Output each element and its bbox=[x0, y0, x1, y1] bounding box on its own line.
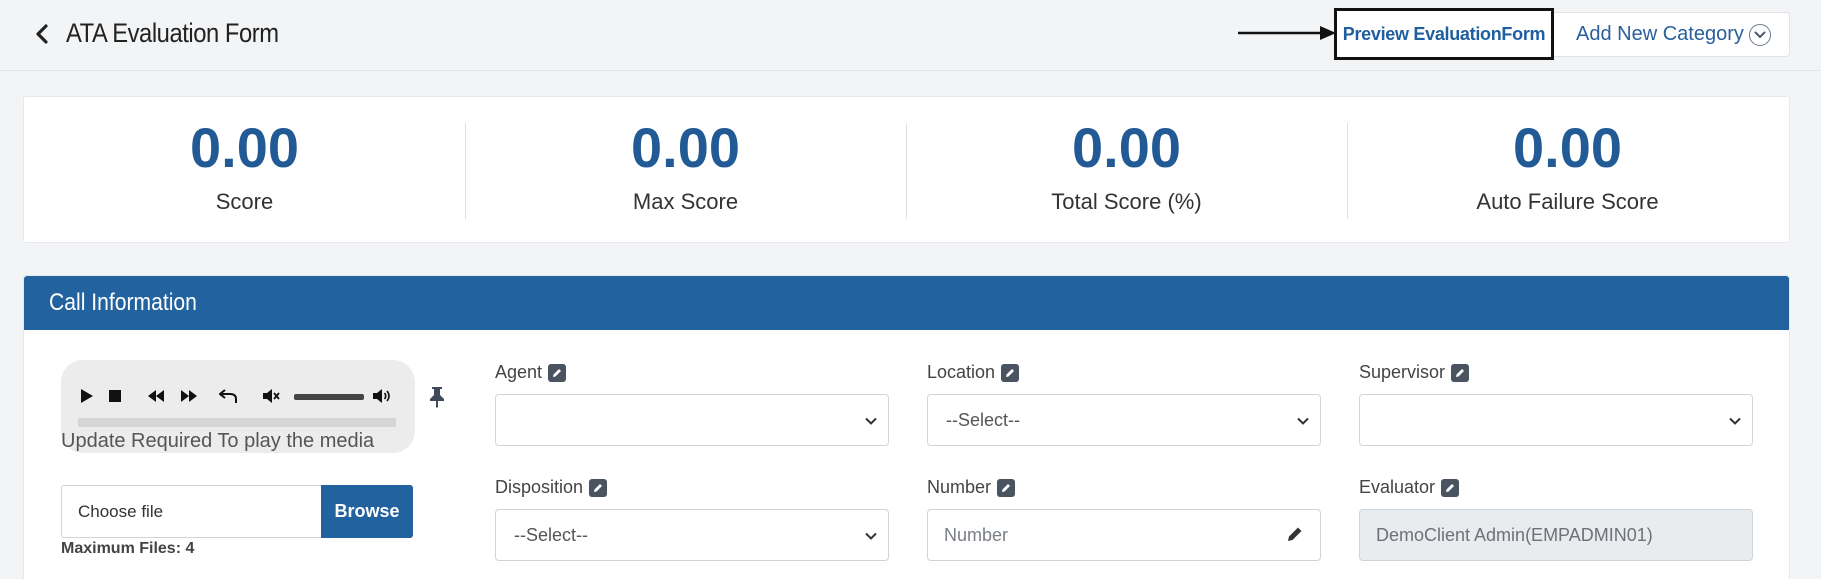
page-title: ATA Evaluation Form bbox=[66, 18, 279, 48]
volume-slider[interactable] bbox=[294, 394, 364, 400]
pin-icon[interactable] bbox=[428, 386, 446, 408]
call-information-title: Call Information bbox=[49, 289, 197, 316]
edit-icon[interactable] bbox=[548, 363, 567, 382]
edit-icon[interactable] bbox=[589, 478, 608, 497]
stop-icon[interactable] bbox=[105, 386, 125, 406]
stat-score: 0.00 Score bbox=[24, 97, 465, 244]
chevron-down-icon bbox=[1297, 417, 1309, 425]
disposition-select-value: --Select-- bbox=[514, 525, 589, 545]
volume-max-icon[interactable] bbox=[372, 386, 392, 406]
stat-value: 0.00 bbox=[631, 116, 740, 179]
disposition-label-text: Disposition bbox=[495, 477, 584, 497]
browse-button[interactable]: Browse bbox=[321, 485, 413, 538]
agent-label: Agent bbox=[495, 362, 567, 383]
edit-icon[interactable] bbox=[997, 478, 1016, 497]
add-new-category-label: Add New Category bbox=[1576, 23, 1744, 45]
chevron-down-icon bbox=[1749, 24, 1771, 46]
location-label: Location bbox=[927, 362, 1020, 383]
stat-label: Max Score bbox=[632, 189, 739, 214]
evaluator-field: DemoClient Admin(EMPADMIN01) bbox=[1359, 509, 1753, 561]
max-files-note: Maximum Files: 4 bbox=[61, 540, 195, 557]
stat-label: Total Score (%) bbox=[1051, 189, 1202, 214]
stat-value: 0.00 bbox=[1072, 116, 1181, 179]
media-update-message: Update Required To play the media bbox=[61, 430, 375, 452]
number-label: Number bbox=[927, 477, 1016, 498]
chevron-down-icon bbox=[1729, 417, 1741, 425]
mute-icon[interactable] bbox=[261, 386, 281, 406]
arrow-annotation-icon bbox=[1238, 26, 1336, 40]
file-input-placeholder: Choose file bbox=[78, 502, 164, 521]
back-icon[interactable] bbox=[32, 22, 52, 46]
number-input[interactable]: Number bbox=[927, 509, 1321, 561]
supervisor-label: Supervisor bbox=[1359, 362, 1470, 383]
edit-icon[interactable] bbox=[1451, 363, 1470, 382]
number-input-placeholder: Number bbox=[944, 525, 1009, 545]
replay-icon[interactable] bbox=[218, 386, 238, 406]
supervisor-select[interactable] bbox=[1359, 394, 1753, 446]
location-select-value: --Select-- bbox=[946, 410, 1021, 430]
edit-icon[interactable] bbox=[1441, 478, 1460, 497]
stat-auto-failure-score: 0.00 Auto Failure Score bbox=[1347, 97, 1788, 244]
stat-max-score: 0.00 Max Score bbox=[465, 97, 906, 244]
fast-forward-icon[interactable] bbox=[179, 386, 199, 406]
disposition-select[interactable]: --Select-- bbox=[495, 509, 889, 561]
media-player: Update Required To play the media bbox=[61, 360, 415, 453]
location-select[interactable]: --Select-- bbox=[927, 394, 1321, 446]
call-information-card: Call Information Update Required To play… bbox=[23, 275, 1790, 579]
pencil-icon[interactable] bbox=[1286, 525, 1304, 543]
evaluator-value: DemoClient Admin(EMPADMIN01) bbox=[1376, 525, 1653, 545]
edit-icon[interactable] bbox=[1001, 363, 1020, 382]
add-new-category-button[interactable]: Add New Category bbox=[1554, 12, 1790, 57]
chevron-down-icon bbox=[865, 532, 877, 540]
evaluator-label: Evaluator bbox=[1359, 477, 1460, 498]
agent-select[interactable] bbox=[495, 394, 889, 446]
preview-evaluation-form-button[interactable]: Preview EvaluationForm bbox=[1334, 8, 1554, 60]
disposition-label: Disposition bbox=[495, 477, 608, 498]
play-icon[interactable] bbox=[77, 386, 97, 406]
seek-bar[interactable] bbox=[78, 418, 396, 427]
location-label-text: Location bbox=[927, 362, 996, 382]
rewind-icon[interactable] bbox=[146, 386, 166, 406]
top-bar: ATA Evaluation Form Preview EvaluationFo… bbox=[0, 0, 1821, 71]
number-label-text: Number bbox=[927, 477, 992, 497]
agent-label-text: Agent bbox=[495, 362, 543, 382]
stat-value: 0.00 bbox=[190, 116, 299, 179]
stat-value: 0.00 bbox=[1513, 116, 1622, 179]
stat-label: Score bbox=[215, 189, 274, 214]
score-summary-card: 0.00 Score 0.00 Max Score 0.00 Total Sco… bbox=[23, 96, 1790, 243]
stat-total-score: 0.00 Total Score (%) bbox=[906, 97, 1347, 244]
stat-label: Auto Failure Score bbox=[1476, 189, 1659, 214]
file-upload-field[interactable]: Choose file Browse bbox=[61, 485, 413, 538]
supervisor-label-text: Supervisor bbox=[1359, 362, 1446, 382]
call-information-header: Call Information bbox=[24, 276, 1789, 330]
chevron-down-icon bbox=[865, 417, 877, 425]
evaluator-label-text: Evaluator bbox=[1359, 477, 1436, 497]
